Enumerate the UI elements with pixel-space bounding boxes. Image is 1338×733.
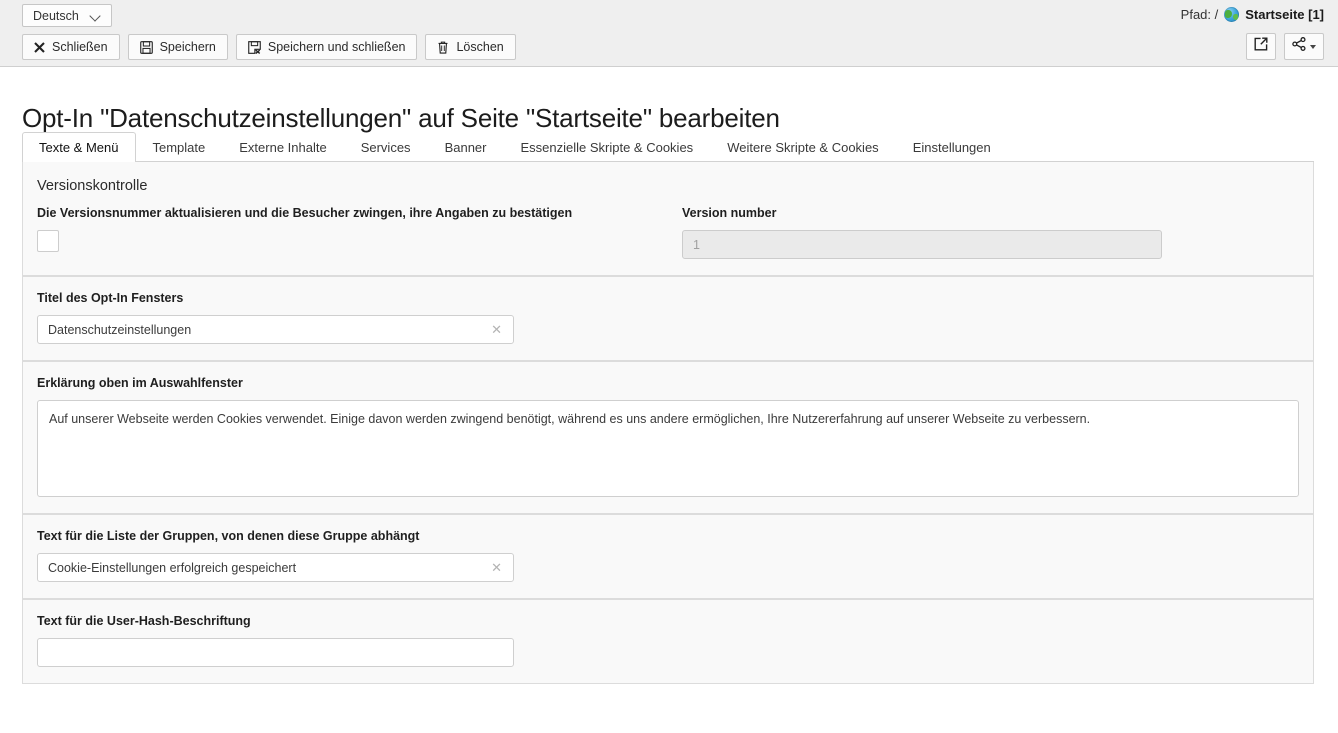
group-list-label: Text für die Liste der Gruppen, von dene… (37, 529, 1299, 543)
tab-label: Services (361, 140, 411, 155)
globe-icon (1224, 7, 1239, 22)
close-x-icon (34, 42, 45, 53)
user-hash-label: Text für die User-Hash-Beschriftung (37, 614, 1299, 628)
version-update-checkbox[interactable] (37, 230, 59, 252)
breadcrumb-page-name[interactable]: Startseite [1] (1245, 7, 1324, 22)
caret-down-icon (1310, 45, 1316, 49)
language-select-label: Deutsch (33, 9, 79, 23)
version-number-value: 1 (693, 238, 1153, 252)
close-button-label: Schließen (52, 40, 108, 54)
section-user-hash-beschriftung: Text für die User-Hash-Beschriftung (22, 599, 1314, 684)
section-titel-opt-in-fenster: Titel des Opt-In Fensters Datenschutzein… (22, 276, 1314, 361)
opt-in-title-value: Datenschutzeinstellungen (48, 323, 488, 337)
page-title: Opt-In "Datenschutzeinstellungen" auf Se… (22, 103, 780, 134)
breadcrumb: Pfad: / Startseite [1] (1181, 7, 1324, 22)
share-button[interactable] (1284, 33, 1324, 60)
floppy-save-icon (140, 41, 153, 54)
version-number-input: 1 (682, 230, 1162, 259)
clear-x-icon[interactable]: ✕ (488, 561, 505, 574)
section-heading: Versionskontrolle (37, 178, 1299, 194)
section-versionskontrolle: Versionskontrolle Die Versionsnummer akt… (22, 162, 1314, 276)
save-button-label: Speichern (160, 40, 216, 54)
tab-essenzielle-skripte-cookies[interactable]: Essenzielle Skripte & Cookies (503, 132, 710, 161)
tab-texte-und-menue[interactable]: Texte & Menü (22, 132, 136, 162)
user-hash-input[interactable] (37, 638, 514, 667)
save-button[interactable]: Speichern (128, 34, 228, 60)
chevron-down-icon (91, 11, 101, 21)
action-button-row: Schließen Speichern Speichern und sc (22, 34, 516, 60)
tab-bar: Texte & Menü Template Externe Inhalte Se… (22, 133, 1314, 162)
breadcrumb-label: Pfad: / (1181, 7, 1219, 22)
section-erklaerung-auswahlfenster: Erklärung oben im Auswahlfenster Auf uns… (22, 361, 1314, 514)
tab-weitere-skripte-cookies[interactable]: Weitere Skripte & Cookies (710, 132, 896, 161)
right-button-group (1246, 33, 1324, 60)
opt-in-title-input[interactable]: Datenschutzeinstellungen ✕ (37, 315, 514, 344)
tab-label: Weitere Skripte & Cookies (727, 140, 879, 155)
trash-icon (437, 41, 449, 54)
save-and-close-button[interactable]: Speichern und schließen (236, 34, 418, 60)
tab-label: Banner (445, 140, 487, 155)
share-nodes-icon (1292, 37, 1306, 56)
section-gruppen-liste-text: Text für die Liste der Gruppen, von dene… (22, 514, 1314, 599)
tab-label: Template (153, 140, 206, 155)
open-preview-button[interactable] (1246, 33, 1276, 60)
tab-services[interactable]: Services (344, 132, 428, 161)
explanation-label: Erklärung oben im Auswahlfenster (37, 376, 1299, 390)
top-toolbar: Deutsch Schließen Speichern (0, 0, 1338, 67)
explanation-textarea[interactable]: Auf unserer Webseite werden Cookies verw… (37, 400, 1299, 497)
tab-externe-inhalte[interactable]: Externe Inhalte (222, 132, 343, 161)
tab-label: Texte & Menü (39, 140, 119, 155)
group-list-input[interactable]: Cookie-Einstellungen erfolgreich gespeic… (37, 553, 514, 582)
tab-label: Essenzielle Skripte & Cookies (520, 140, 693, 155)
tab-banner[interactable]: Banner (428, 132, 504, 161)
external-link-icon (1254, 37, 1268, 56)
tab-einstellungen[interactable]: Einstellungen (896, 132, 1008, 161)
version-number-label: Version number (682, 206, 1299, 220)
opt-in-title-label: Titel des Opt-In Fensters (37, 291, 1299, 305)
version-checkbox-label: Die Versionsnummer aktualisieren und die… (37, 206, 682, 220)
tab-label: Externe Inhalte (239, 140, 326, 155)
group-list-value: Cookie-Einstellungen erfolgreich gespeic… (48, 561, 488, 575)
tab-panel-texte-und-menue: Versionskontrolle Die Versionsnummer akt… (22, 162, 1314, 684)
close-button[interactable]: Schließen (22, 34, 120, 60)
delete-button[interactable]: Löschen (425, 34, 515, 60)
delete-button-label: Löschen (456, 40, 503, 54)
tab-template[interactable]: Template (136, 132, 223, 161)
floppy-save-close-icon (248, 41, 261, 54)
clear-x-icon[interactable]: ✕ (488, 323, 505, 336)
tab-label: Einstellungen (913, 140, 991, 155)
language-select[interactable]: Deutsch (22, 4, 112, 27)
save-and-close-button-label: Speichern und schließen (268, 40, 406, 54)
